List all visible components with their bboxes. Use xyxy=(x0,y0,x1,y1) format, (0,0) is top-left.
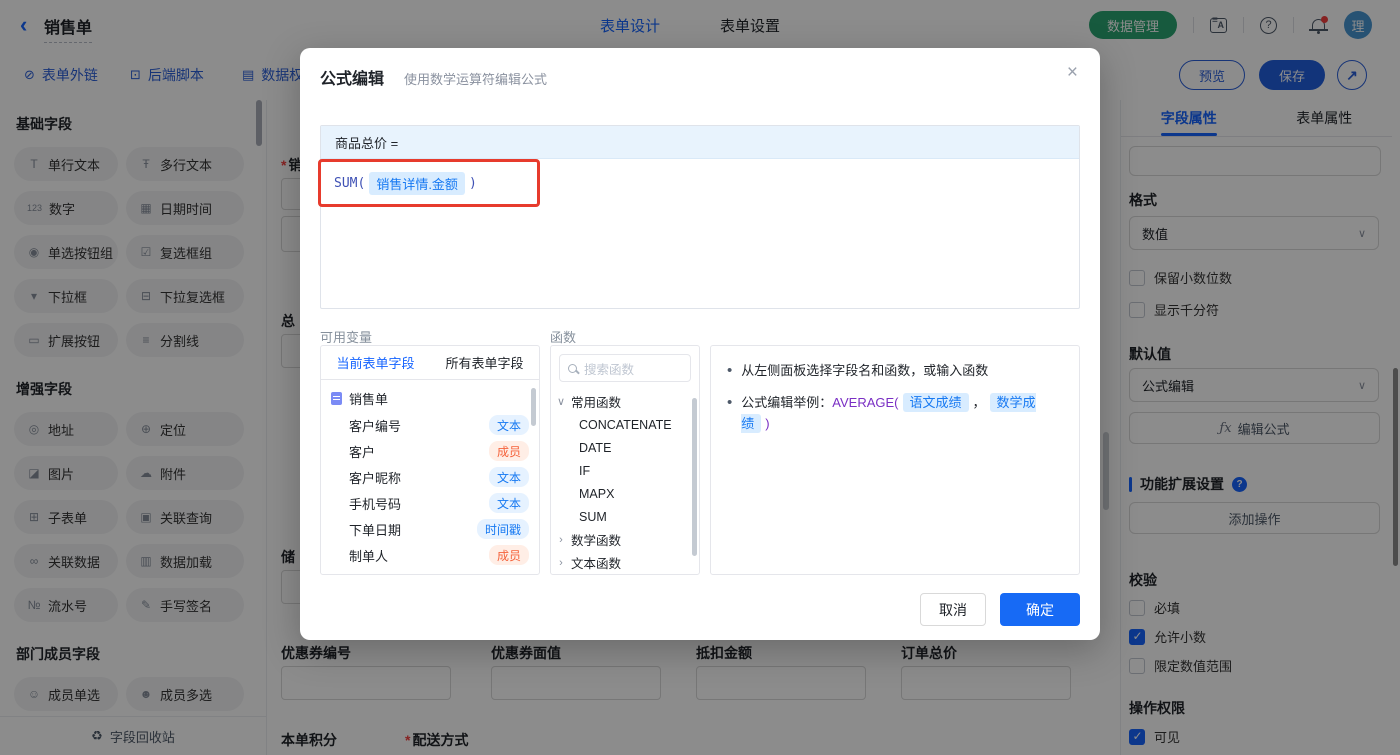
variable-row[interactable]: 下单日期 时间戳 xyxy=(321,516,539,542)
function-concatenate[interactable]: CONCATENATE xyxy=(551,413,699,436)
formula-expression[interactable]: SUM( 销售详情.金额 ) xyxy=(334,172,477,195)
modal-title: 公式编辑 xyxy=(320,71,385,88)
search-icon xyxy=(568,363,577,373)
type-badge: 文本 xyxy=(488,467,529,487)
variable-row[interactable]: 客户 成员 xyxy=(321,438,539,464)
app-screen: ‹ 销售单 表单设计 表单设置 数据管理 ? 理 ⊘ 表单外链 ⊡ 后端脚本 ▤ xyxy=(0,0,1400,755)
group-text-functions[interactable]: › 文本函数 xyxy=(551,551,699,574)
close-icon[interactable]: × xyxy=(1067,62,1078,84)
bullet: • xyxy=(727,394,733,411)
variables-tabs: 当前表单字段 所有表单字段 xyxy=(321,346,539,380)
confirm-button[interactable]: 确定 xyxy=(1000,593,1080,626)
chevron-down-icon: ∨ xyxy=(556,396,566,408)
tips-panel: • 从左侧面板选择字段名和函数，或输入函数 • 公式编辑举例：AVERAGE(语… xyxy=(710,345,1080,575)
variables-label: 可用变量 xyxy=(320,330,373,345)
bullet: • xyxy=(727,362,733,379)
variable-row[interactable]: 客户编号 文本 xyxy=(321,412,539,438)
form-doc-icon xyxy=(331,391,342,405)
type-badge: 成员 xyxy=(488,545,529,565)
tab-all-form-fields[interactable]: 所有表单字段 xyxy=(430,346,539,379)
example-token: 语文成绩 xyxy=(902,393,969,412)
type-badge: 文本 xyxy=(488,493,529,513)
type-badge xyxy=(495,574,529,575)
function-name: SUM( xyxy=(334,176,366,191)
variables-root[interactable]: 销售单 xyxy=(321,384,539,412)
variable-row[interactable]: 客户昵称 文本 xyxy=(321,464,539,490)
variables-list: 销售单 客户编号 文本 客户 成员 客户昵称 文本 手机号码 文本 下单日期 时间戳 制单… xyxy=(321,380,539,575)
example-close-paren: ) xyxy=(765,416,770,431)
example-function: AVERAGE( xyxy=(832,395,899,410)
group-common-functions[interactable]: ∨ 常用函数 xyxy=(551,390,699,413)
example-comma: ， xyxy=(972,395,986,410)
type-badge: 成员 xyxy=(488,441,529,461)
variable-row[interactable]: 手机号码 文本 xyxy=(321,490,539,516)
cancel-button[interactable]: 取消 xyxy=(920,593,986,626)
functions-panel: 搜索函数 ∨ 常用函数 CONCATENATE DATE IF MAPX SUM … xyxy=(550,345,700,575)
variables-panel: 当前表单字段 所有表单字段 销售单 客户编号 文本 客户 成员 客户昵称 文本 手机号… xyxy=(320,345,540,575)
function-sum[interactable]: SUM xyxy=(551,505,699,528)
function-if[interactable]: IF xyxy=(551,459,699,482)
chevron-right-icon: › xyxy=(559,556,563,569)
tip-line-1: • 从左侧面板选择字段名和函数，或输入函数 xyxy=(727,362,989,379)
function-date[interactable]: DATE xyxy=(551,436,699,459)
chevron-right-icon: › xyxy=(559,533,563,546)
functions-label: 函数 xyxy=(550,330,577,345)
variables-root-label: 销售单 xyxy=(349,391,389,407)
formula-editor[interactable]: 商品总价 = xyxy=(320,125,1080,309)
modal-subtitle: 使用数学运算符编辑公式 xyxy=(404,72,548,87)
functions-scrollbar[interactable] xyxy=(692,398,697,556)
function-search[interactable]: 搜索函数 xyxy=(559,354,691,382)
close-paren: ) xyxy=(468,176,477,191)
tip-line-2: • 公式编辑举例：AVERAGE(语文成绩，数学成绩) xyxy=(727,392,1063,434)
formula-edit-modal: 公式编辑 使用数学运算符编辑公式 × 商品总价 = SUM( 销售详情.金额 )… xyxy=(300,48,1100,640)
variable-row-partial[interactable] xyxy=(321,568,539,575)
type-badge: 时间戳 xyxy=(476,519,529,539)
search-placeholder: 搜索函数 xyxy=(584,362,635,377)
tab-current-form-fields[interactable]: 当前表单字段 xyxy=(321,346,430,379)
group-math-functions[interactable]: › 数学函数 xyxy=(551,528,699,551)
type-badge: 文本 xyxy=(488,415,529,435)
example-prefix: 公式编辑举例： xyxy=(741,395,833,410)
variable-row[interactable]: 制单人 成员 xyxy=(321,542,539,568)
variables-scrollbar[interactable] xyxy=(531,388,536,426)
field-token[interactable]: 销售详情.金额 xyxy=(369,172,465,195)
formula-target: 商品总价 = xyxy=(321,126,1079,159)
function-mapx[interactable]: MAPX xyxy=(551,482,699,505)
